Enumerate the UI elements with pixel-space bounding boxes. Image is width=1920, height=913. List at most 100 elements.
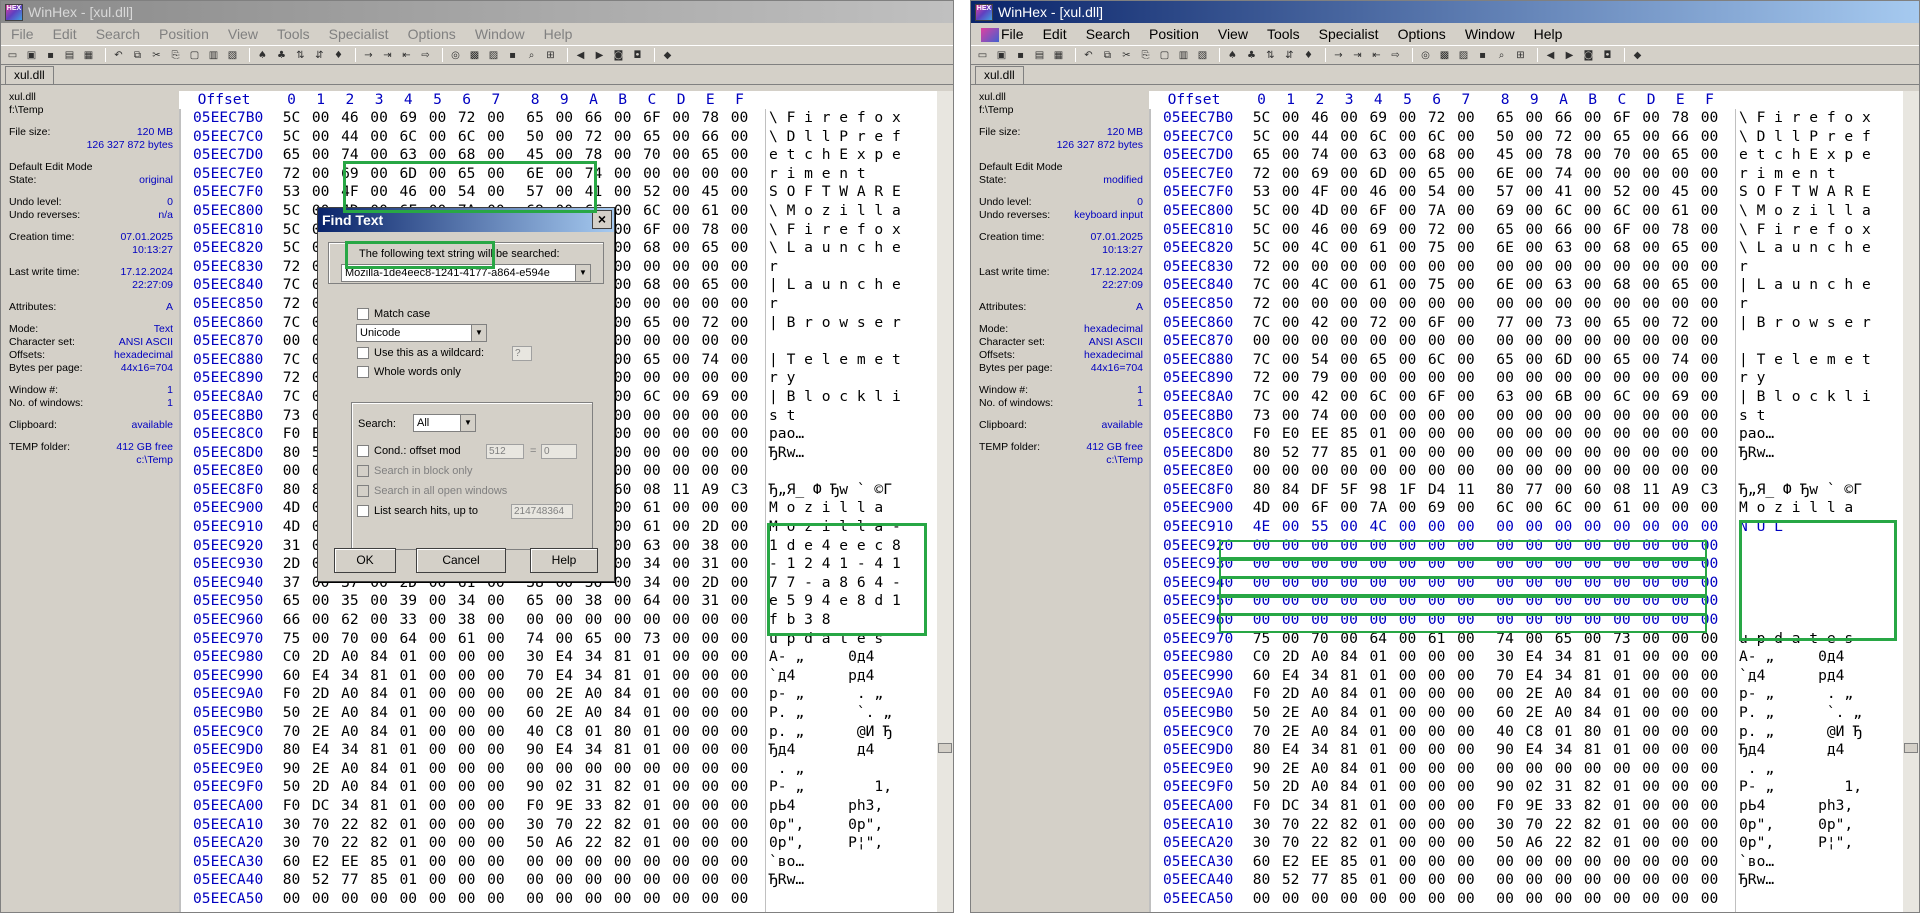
hex-byte[interactable]: 00 xyxy=(481,592,510,611)
hex-byte[interactable]: 00 xyxy=(1422,890,1451,909)
book-icon[interactable]: ◆ xyxy=(1630,48,1645,62)
hex-byte[interactable]: 00 xyxy=(1578,462,1607,481)
hex-byte[interactable]: 66 xyxy=(277,611,306,630)
hex-byte[interactable]: 00 xyxy=(365,890,394,909)
hex-byte[interactable]: 72 xyxy=(277,295,306,314)
hex-byte[interactable]: 00 xyxy=(637,444,666,463)
hex-byte[interactable]: 00 xyxy=(1247,611,1276,630)
hex-byte[interactable]: 00 xyxy=(1520,555,1549,574)
hex-byte[interactable]: 00 xyxy=(1451,165,1480,184)
hex-byte[interactable]: 00 xyxy=(423,630,452,649)
hex-byte[interactable]: 61 xyxy=(1607,499,1636,518)
paste-icon[interactable]: ▢ xyxy=(1157,48,1172,62)
cond-value-input[interactable]: 0 xyxy=(541,444,577,459)
hex-byte[interactable]: 00 xyxy=(1335,332,1364,351)
hex-byte[interactable]: 2D xyxy=(306,685,335,704)
hex-byte[interactable]: 00 xyxy=(667,462,696,481)
menu-options[interactable]: Options xyxy=(1398,26,1446,42)
hex-byte[interactable]: 00 xyxy=(1276,407,1305,426)
hex-row[interactable]: 05EEC8C0F0E0EE85010000000000000000000000… xyxy=(1149,425,1903,444)
hex-byte[interactable]: 41 xyxy=(1549,183,1578,202)
hex-byte[interactable]: 00 xyxy=(481,667,510,686)
hex-byte[interactable]: 70 xyxy=(1276,834,1305,853)
hex-row[interactable]: 05EEC7D0 65 00 74 00 63 00 68 00 45 00 78 00 70 00 65 00… xyxy=(179,146,937,165)
hex-byte[interactable]: 00 xyxy=(1393,499,1422,518)
hex-byte[interactable]: 6C xyxy=(1607,388,1636,407)
hex-byte[interactable]: 00 xyxy=(1695,667,1724,686)
hex-byte[interactable]: 00 xyxy=(550,128,579,147)
hex-byte[interactable]: 00 xyxy=(725,816,754,835)
hex-byte[interactable]: 00 xyxy=(1520,276,1549,295)
hex-byte[interactable]: F0 xyxy=(277,425,306,444)
hex-byte[interactable]: 98 xyxy=(1364,481,1393,500)
hex-byte[interactable]: 6C xyxy=(1364,388,1393,407)
hex-byte[interactable]: 00 xyxy=(725,462,754,481)
hex-byte[interactable]: 00 xyxy=(1578,555,1607,574)
hex-byte[interactable]: 00 xyxy=(1666,741,1695,760)
hex-byte[interactable]: 44 xyxy=(1305,128,1334,147)
hex-byte[interactable]: 45 xyxy=(1666,183,1695,202)
hex-byte[interactable]: 52 xyxy=(306,871,335,890)
hex-row[interactable]: 05EEC7F0 53 00 4F 00 46 00 54 00 57 00 41 00 52 00 45 00… xyxy=(1149,183,1903,202)
hex-byte[interactable]: A0 xyxy=(1549,704,1578,723)
hex-byte[interactable]: 00 xyxy=(725,648,754,667)
hex-byte[interactable]: 00 xyxy=(1607,574,1636,593)
row-text[interactable]: ЂRw… xyxy=(769,871,804,890)
hex-row[interactable]: 05EEC9E0 90 2E A0 84 01 00 00 00 00 00 00 00 00 00 00 00… xyxy=(1149,760,1903,779)
hex-byte[interactable]: 84 xyxy=(1335,704,1364,723)
hex-byte[interactable]: 00 xyxy=(1695,648,1724,667)
row-text[interactable]: \ F i r e f o x xyxy=(769,109,901,128)
hex-byte[interactable]: 70 xyxy=(637,146,666,165)
hex-byte[interactable]: 00 xyxy=(1695,555,1724,574)
hex-byte[interactable]: 6E xyxy=(1491,276,1520,295)
hex-byte[interactable]: 72 xyxy=(1549,128,1578,147)
hex-row[interactable]: 05EEC950 65 00 35 00 39 00 34 00 65 00 38 00 64 00 31 00… xyxy=(179,592,937,611)
hex-byte[interactable]: 00 xyxy=(1607,295,1636,314)
cond-offset-checkbox[interactable]: Cond.: offset mod xyxy=(357,445,461,457)
find-hex-icon[interactable]: ♣ xyxy=(1244,48,1259,62)
hex-byte[interactable]: 00 xyxy=(667,834,696,853)
hex-byte[interactable]: 00 xyxy=(1393,351,1422,370)
hex-byte[interactable]: 00 xyxy=(1276,128,1305,147)
hex-byte[interactable]: 90 xyxy=(521,778,550,797)
hex-byte[interactable]: 00 xyxy=(1520,183,1549,202)
hex-byte[interactable]: 01 xyxy=(1364,685,1393,704)
hex-byte[interactable]: 72 xyxy=(1247,369,1276,388)
hex-row[interactable]: 05EEC9D0 80 E4 34 81 01 00 00 00 90 E4 34 81 01 00 00 00… xyxy=(179,741,937,760)
search-scope-select[interactable]: All ▼ xyxy=(413,414,476,432)
hex-byte[interactable]: 00 xyxy=(550,183,579,202)
hex-byte[interactable]: 00 xyxy=(1578,871,1607,890)
hex-byte[interactable]: 00 xyxy=(1637,667,1666,686)
find-hex-icon[interactable]: ♣ xyxy=(274,48,289,62)
open-disk-icon[interactable]: ◎ xyxy=(1418,48,1433,62)
hex-byte[interactable]: 00 xyxy=(1578,221,1607,240)
hex-byte[interactable]: 75 xyxy=(277,630,306,649)
hex-byte[interactable]: 00 xyxy=(637,295,666,314)
hex-byte[interactable]: 2E xyxy=(1276,704,1305,723)
hex-byte[interactable]: 00 xyxy=(1695,165,1724,184)
hex-byte[interactable]: 00 xyxy=(1578,890,1607,909)
hex-byte[interactable]: 00 xyxy=(1695,462,1724,481)
hex-byte[interactable]: 41 xyxy=(579,183,608,202)
hex-row[interactable]: 05EEC87000000000000000000000000000000000 xyxy=(1149,332,1903,351)
hex-row[interactable]: 05EEC9E0 90 2E A0 84 01 00 00 00 00 00 00 00 00 00 00 00… xyxy=(179,760,937,779)
hex-byte[interactable]: 00 xyxy=(1520,128,1549,147)
hex-row[interactable]: 05EEC8E000000000000000000000000000000000 xyxy=(1149,462,1903,481)
hex-byte[interactable]: E0 xyxy=(1276,425,1305,444)
hex-byte[interactable]: 00 xyxy=(1607,462,1636,481)
hex-byte[interactable]: 00 xyxy=(667,890,696,909)
hex-byte[interactable]: 00 xyxy=(1393,258,1422,277)
hex-byte[interactable]: 00 xyxy=(1276,630,1305,649)
find-next-icon[interactable]: ♦ xyxy=(1301,48,1316,62)
hex-byte[interactable]: 00 xyxy=(423,165,452,184)
hex-byte[interactable]: 85 xyxy=(1335,444,1364,463)
hex-byte[interactable]: 50 xyxy=(277,778,306,797)
hex-byte[interactable]: 6B xyxy=(1549,388,1578,407)
hex-byte[interactable]: 84 xyxy=(1335,648,1364,667)
hex-row[interactable]: 05EEC8005C004D006F007A0069006C006C006100… xyxy=(1149,202,1903,221)
replace-hex-icon[interactable]: ⇵ xyxy=(312,48,327,62)
hex-byte[interactable]: 74 xyxy=(1666,351,1695,370)
hex-byte[interactable]: 80 xyxy=(277,481,306,500)
hex-byte[interactable]: 00 xyxy=(1276,165,1305,184)
hex-byte[interactable]: 00 xyxy=(1637,258,1666,277)
